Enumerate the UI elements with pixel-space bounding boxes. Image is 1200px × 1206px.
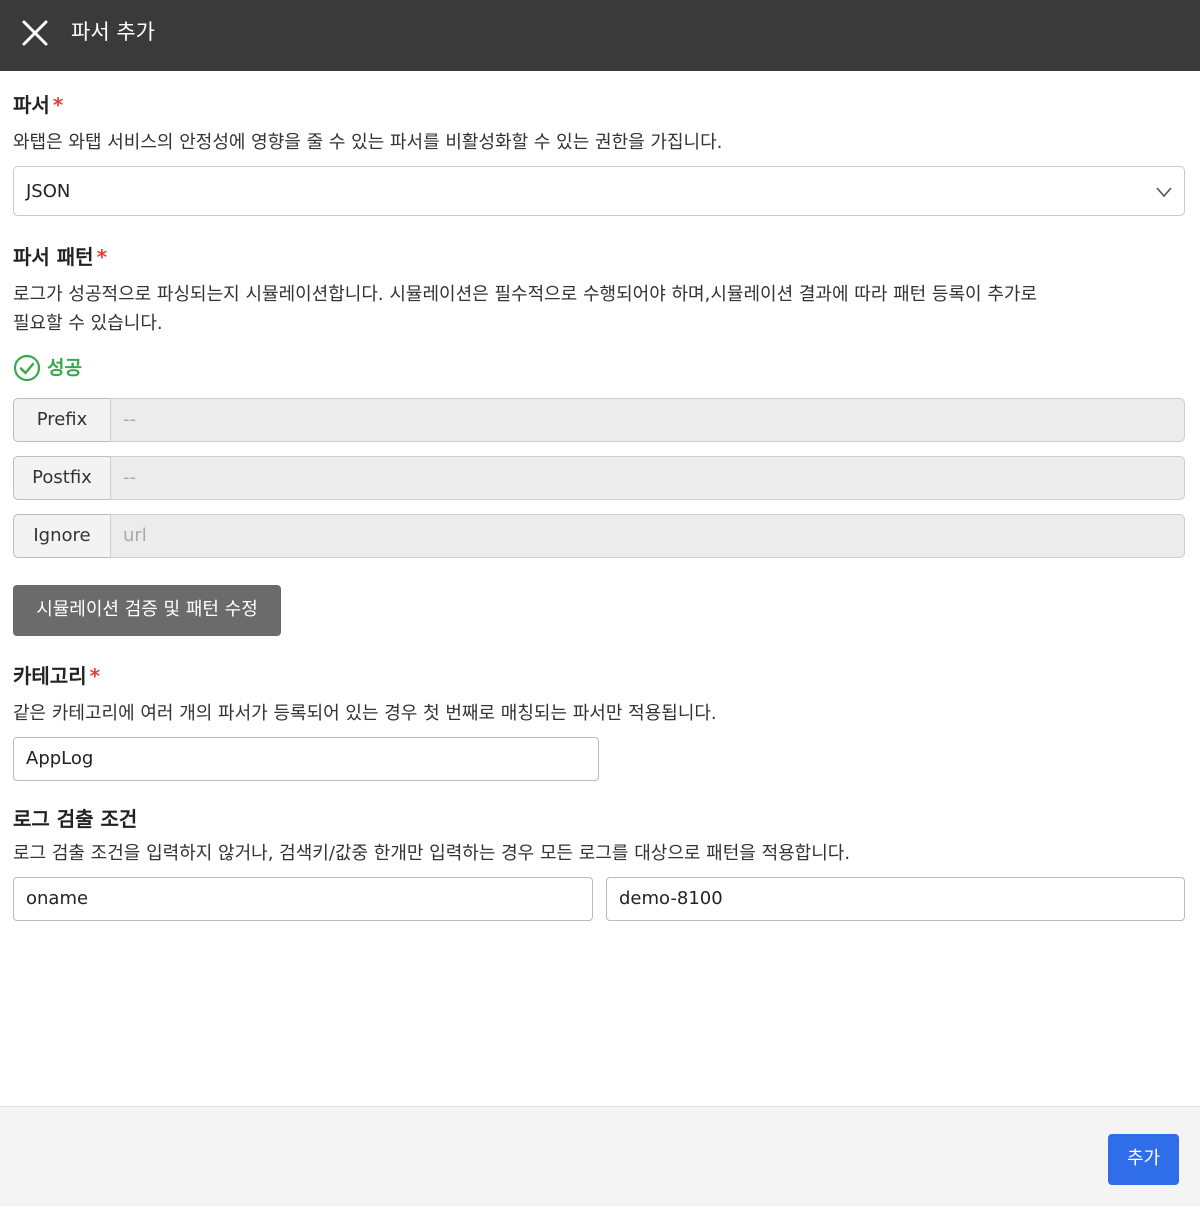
postfix-input: -- bbox=[110, 456, 1185, 500]
add-button[interactable]: 추가 bbox=[1108, 1134, 1179, 1185]
condition-label: 로그 검출 조건 bbox=[13, 805, 137, 833]
status-text: 성공 bbox=[47, 357, 82, 379]
dialog-title: 파서 추가 bbox=[71, 20, 155, 44]
required-mark: * bbox=[89, 664, 101, 688]
required-mark: * bbox=[96, 245, 108, 269]
condition-label-text: 로그 검출 조건 bbox=[13, 807, 138, 831]
chevron-down-icon bbox=[1156, 187, 1172, 198]
condition-value-input[interactable]: demo-8100 bbox=[606, 877, 1185, 921]
pattern-description-line1: 로그가 성공적으로 파싱되는지 시뮬레이션합니다. 시뮬레이션은 필수적으로 수… bbox=[13, 284, 1038, 305]
category-label: 카테고리 * bbox=[13, 662, 100, 690]
category-input[interactable]: AppLog bbox=[13, 737, 599, 781]
ignore-input: url bbox=[110, 514, 1185, 558]
parser-select[interactable]: JSON bbox=[13, 166, 1185, 216]
parser-label: 파서 * bbox=[13, 91, 63, 119]
prefix-input: -- bbox=[110, 398, 1185, 442]
prefix-tag: Prefix bbox=[13, 398, 111, 442]
pattern-label: 파서 패턴 * bbox=[13, 243, 107, 271]
parser-select-value: JSON bbox=[26, 181, 71, 202]
prefix-row: Prefix -- bbox=[13, 398, 1185, 442]
required-mark: * bbox=[52, 93, 64, 117]
ignore-row: Ignore url bbox=[13, 514, 1185, 558]
close-icon[interactable] bbox=[20, 18, 50, 48]
simulation-status: 성공 bbox=[13, 354, 82, 382]
pattern-description-line2: 필요할 수 있습니다. bbox=[13, 313, 163, 334]
category-description: 같은 카테고리에 여러 개의 파서가 등록되어 있는 경우 첫 번째로 매칭되는… bbox=[13, 703, 717, 724]
postfix-row: Postfix -- bbox=[13, 456, 1185, 500]
postfix-tag: Postfix bbox=[13, 456, 111, 500]
parser-label-text: 파서 bbox=[13, 93, 50, 117]
parser-description: 와탭은 와탭 서비스의 안정성에 영향을 줄 수 있는 파서를 비활성화할 수 … bbox=[13, 132, 723, 153]
dialog-footer: 추가 bbox=[0, 1106, 1200, 1206]
condition-description: 로그 검출 조건을 입력하지 않거나, 검색키/값중 한개만 입력하는 경우 모… bbox=[13, 843, 851, 864]
condition-key-input[interactable]: oname bbox=[13, 877, 593, 921]
pattern-label-text: 파서 패턴 bbox=[13, 245, 94, 269]
check-circle-icon bbox=[13, 354, 41, 382]
ignore-tag: Ignore bbox=[13, 514, 111, 558]
simulate-button[interactable]: 시뮬레이션 검증 및 패턴 수정 bbox=[13, 585, 281, 636]
dialog-header: 파서 추가 bbox=[0, 0, 1200, 71]
category-label-text: 카테고리 bbox=[13, 664, 87, 688]
